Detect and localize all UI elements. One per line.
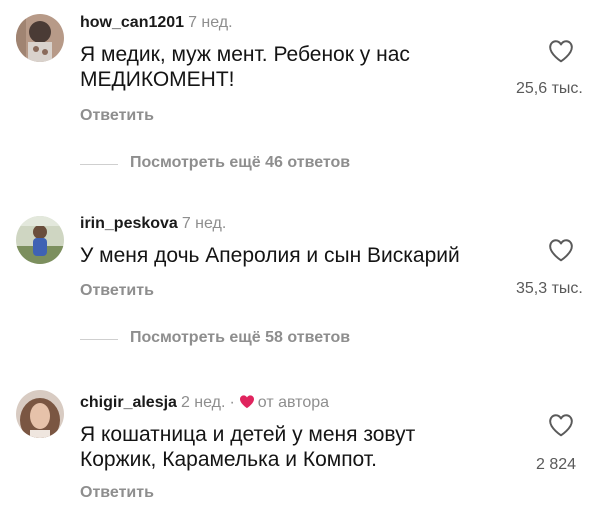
comment-meta: irin_peskova 7 нед. — [80, 215, 226, 233]
reply-button[interactable]: Ответить — [80, 484, 154, 502]
timestamp: 7 нед. — [181, 215, 227, 232]
comment-text: Я кошатница и детей у меня зовут Коржик,… — [80, 423, 416, 471]
heart-filled-icon — [239, 395, 254, 409]
like-count: 35,3 тыс. — [516, 280, 583, 297]
author-badge: от автора — [257, 394, 330, 411]
timestamp: 7 нед. — [188, 14, 233, 31]
reply-button[interactable]: Ответить — [80, 282, 154, 300]
like-count: 25,6 тыс. — [516, 80, 583, 97]
view-more-replies[interactable]: Посмотреть ещё 58 ответов — [80, 329, 480, 349]
username[interactable]: chigir_alesja — [80, 394, 177, 411]
comment-meta: how_can1201 7 нед. — [80, 14, 233, 32]
avatar[interactable] — [16, 390, 64, 438]
separator-dot: · — [229, 394, 235, 411]
comment-3: chigir_alesja 2 нед. · от автора Я кошатниц… — [0, 380, 600, 515]
heart-outline-icon[interactable] — [548, 238, 574, 262]
username[interactable]: irin_peskova — [80, 215, 178, 232]
divider-line — [80, 164, 118, 165]
view-more-label[interactable]: Посмотреть ещё 58 ответов — [130, 329, 350, 347]
heart-outline-icon[interactable] — [548, 39, 574, 63]
timestamp: 2 нед. — [180, 394, 226, 411]
comment-meta: chigir_alesja 2 нед. · от автора — [80, 394, 329, 412]
reply-button[interactable]: Ответить — [80, 107, 154, 125]
username[interactable]: how_can1201 — [80, 14, 184, 31]
avatar[interactable] — [16, 216, 64, 264]
divider-line — [80, 339, 118, 340]
heart-outline-icon[interactable] — [548, 413, 574, 437]
comment-text: Я медик, муж мент. Ребенок у нас МЕДИКОМ… — [80, 43, 410, 91]
avatar[interactable] — [16, 14, 64, 62]
comment-1: how_can1201 7 нед. Я медик, муж мент. Реб… — [0, 0, 600, 180]
comment-2: irin_peskova 7 нед. У меня дочь Аперолия … — [0, 200, 600, 360]
view-more-label[interactable]: Посмотреть ещё 46 ответов — [130, 154, 350, 172]
view-more-replies[interactable]: Посмотреть ещё 46 ответов — [80, 154, 480, 174]
comment-text: У меня дочь Аперолия и сын Вискарий — [80, 244, 460, 267]
like-count: 2 824 — [536, 456, 577, 473]
